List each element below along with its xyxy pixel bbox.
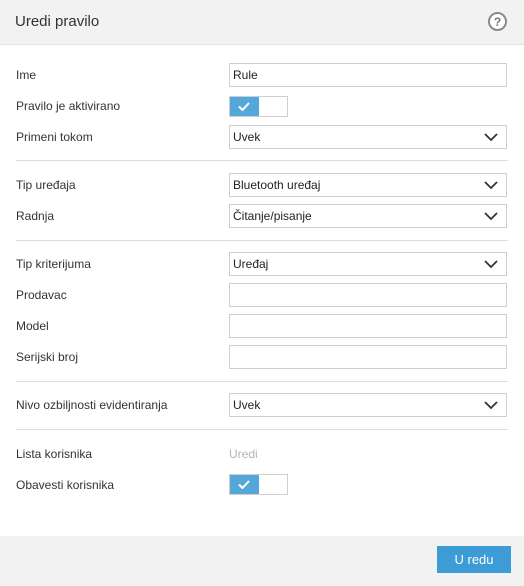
chevron-down-icon: [484, 401, 498, 410]
action-label: Radnja: [16, 209, 55, 223]
serial-row: Serijski broj: [16, 345, 508, 369]
section-divider: [16, 160, 508, 161]
ok-button[interactable]: U redu: [437, 546, 511, 573]
log-severity-select[interactable]: Uvek: [229, 393, 507, 417]
enabled-row: Pravilo je aktivirano: [16, 96, 508, 120]
name-row: Ime Rule: [16, 63, 508, 87]
toggle-on-segment: [230, 475, 259, 494]
user-list-label: Lista korisnika: [16, 447, 93, 461]
model-row: Model: [16, 314, 508, 338]
apply-during-label: Primeni tokom: [16, 130, 93, 144]
apply-during-select[interactable]: Uvek: [229, 125, 507, 149]
action-select[interactable]: Čitanje/pisanje: [229, 204, 507, 228]
model-label: Model: [16, 319, 49, 333]
log-severity-label: Nivo ozbiljnosti evidentiranja: [16, 398, 168, 412]
user-list-row: Lista korisnika Uredi: [16, 442, 508, 466]
notify-user-label: Obavesti korisnika: [16, 478, 115, 492]
vendor-input[interactable]: [229, 283, 507, 307]
action-value: Čitanje/pisanje: [233, 209, 312, 223]
name-label: Ime: [16, 68, 37, 82]
section-divider: [16, 240, 508, 241]
log-severity-value: Uvek: [233, 398, 261, 412]
enabled-toggle[interactable]: [229, 96, 288, 117]
criteria-type-select[interactable]: Uređaj: [229, 252, 507, 276]
section-divider: [16, 429, 508, 430]
section-divider: [16, 381, 508, 382]
name-value: Rule: [233, 68, 258, 82]
chevron-down-icon: [484, 260, 498, 269]
apply-during-row: Primeni tokom Uvek: [16, 125, 508, 149]
notify-user-row: Obavesti korisnika: [16, 474, 508, 498]
chevron-down-icon: [484, 133, 498, 142]
dialog-title: Uredi pravilo: [15, 13, 100, 30]
checkmark-icon: [238, 102, 250, 111]
help-icon[interactable]: ?: [488, 12, 507, 31]
log-severity-row: Nivo ozbiljnosti evidentiranja Uvek: [16, 393, 508, 417]
apply-during-value: Uvek: [233, 130, 261, 144]
chevron-down-icon: [484, 212, 498, 221]
dialog-header: Uredi pravilo ?: [0, 0, 524, 45]
checkmark-icon: [238, 480, 250, 489]
vendor-row: Prodavac: [16, 283, 508, 307]
enabled-label: Pravilo je aktivirano: [16, 99, 121, 113]
device-type-label: Tip uređaja: [16, 178, 76, 192]
toggle-on-segment: [230, 97, 259, 116]
device-type-value: Bluetooth uređaj: [233, 178, 321, 192]
action-row: Radnja Čitanje/pisanje: [16, 204, 508, 228]
criteria-type-value: Uređaj: [233, 257, 269, 271]
criteria-type-row: Tip kriterijuma Uređaj: [16, 252, 508, 276]
device-type-select[interactable]: Bluetooth uređaj: [229, 173, 507, 197]
criteria-type-label: Tip kriterijuma: [16, 257, 91, 271]
model-input[interactable]: [229, 314, 507, 338]
vendor-label: Prodavac: [16, 288, 67, 302]
user-list-edit-link[interactable]: Uredi: [229, 447, 258, 461]
serial-label: Serijski broj: [16, 350, 79, 364]
chevron-down-icon: [484, 181, 498, 190]
serial-input[interactable]: [229, 345, 507, 369]
device-type-row: Tip uređaja Bluetooth uređaj: [16, 173, 508, 197]
notify-user-toggle[interactable]: [229, 474, 288, 495]
name-input[interactable]: Rule: [229, 63, 507, 87]
